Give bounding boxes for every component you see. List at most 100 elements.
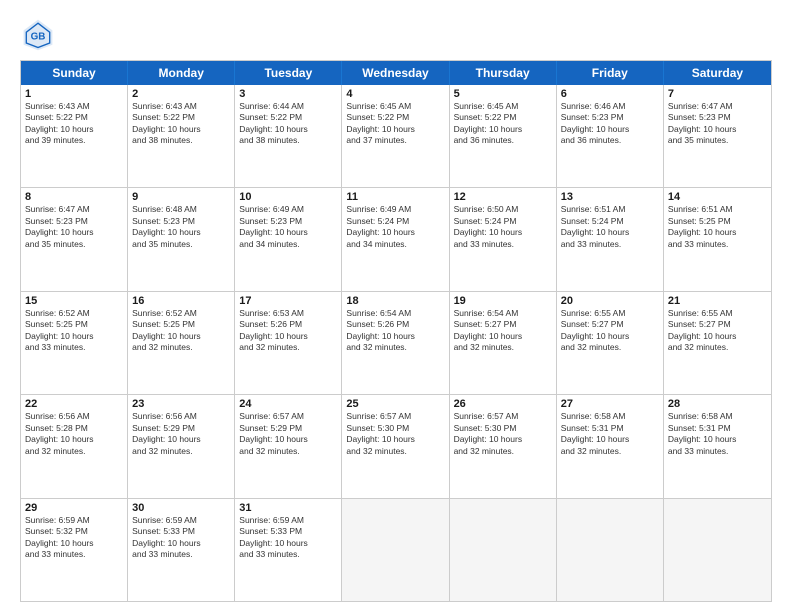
day-number: 12 xyxy=(454,191,552,203)
day-info: Sunrise: 6:57 AM Sunset: 5:29 PM Dayligh… xyxy=(239,411,337,457)
calendar-day-26: 26Sunrise: 6:57 AM Sunset: 5:30 PM Dayli… xyxy=(450,395,557,497)
calendar-day-21: 21Sunrise: 6:55 AM Sunset: 5:27 PM Dayli… xyxy=(664,292,771,394)
day-number: 9 xyxy=(132,191,230,203)
calendar-week-2: 8Sunrise: 6:47 AM Sunset: 5:23 PM Daylig… xyxy=(21,188,771,291)
calendar-day-12: 12Sunrise: 6:50 AM Sunset: 5:24 PM Dayli… xyxy=(450,188,557,290)
day-number: 26 xyxy=(454,398,552,410)
weekday-header-saturday: Saturday xyxy=(664,61,771,85)
day-number: 14 xyxy=(668,191,767,203)
calendar-day-empty xyxy=(342,499,449,601)
day-number: 25 xyxy=(346,398,444,410)
day-info: Sunrise: 6:47 AM Sunset: 5:23 PM Dayligh… xyxy=(668,101,767,147)
calendar-day-19: 19Sunrise: 6:54 AM Sunset: 5:27 PM Dayli… xyxy=(450,292,557,394)
calendar-day-27: 27Sunrise: 6:58 AM Sunset: 5:31 PM Dayli… xyxy=(557,395,664,497)
day-number: 24 xyxy=(239,398,337,410)
calendar-week-1: 1Sunrise: 6:43 AM Sunset: 5:22 PM Daylig… xyxy=(21,85,771,188)
day-number: 17 xyxy=(239,295,337,307)
day-number: 2 xyxy=(132,88,230,100)
day-info: Sunrise: 6:59 AM Sunset: 5:33 PM Dayligh… xyxy=(132,515,230,561)
calendar-day-22: 22Sunrise: 6:56 AM Sunset: 5:28 PM Dayli… xyxy=(21,395,128,497)
day-info: Sunrise: 6:59 AM Sunset: 5:32 PM Dayligh… xyxy=(25,515,123,561)
calendar-day-17: 17Sunrise: 6:53 AM Sunset: 5:26 PM Dayli… xyxy=(235,292,342,394)
calendar: SundayMondayTuesdayWednesdayThursdayFrid… xyxy=(20,60,772,602)
day-info: Sunrise: 6:50 AM Sunset: 5:24 PM Dayligh… xyxy=(454,204,552,250)
page: GB SundayMondayTuesdayWednesdayThursdayF… xyxy=(0,0,792,612)
weekday-header-friday: Friday xyxy=(557,61,664,85)
day-number: 10 xyxy=(239,191,337,203)
day-number: 29 xyxy=(25,502,123,514)
day-number: 28 xyxy=(668,398,767,410)
day-info: Sunrise: 6:49 AM Sunset: 5:23 PM Dayligh… xyxy=(239,204,337,250)
calendar-day-5: 5Sunrise: 6:45 AM Sunset: 5:22 PM Daylig… xyxy=(450,85,557,187)
day-info: Sunrise: 6:43 AM Sunset: 5:22 PM Dayligh… xyxy=(132,101,230,147)
calendar-day-20: 20Sunrise: 6:55 AM Sunset: 5:27 PM Dayli… xyxy=(557,292,664,394)
calendar-day-28: 28Sunrise: 6:58 AM Sunset: 5:31 PM Dayli… xyxy=(664,395,771,497)
day-info: Sunrise: 6:59 AM Sunset: 5:33 PM Dayligh… xyxy=(239,515,337,561)
calendar-day-16: 16Sunrise: 6:52 AM Sunset: 5:25 PM Dayli… xyxy=(128,292,235,394)
day-number: 31 xyxy=(239,502,337,514)
day-number: 20 xyxy=(561,295,659,307)
day-info: Sunrise: 6:51 AM Sunset: 5:24 PM Dayligh… xyxy=(561,204,659,250)
calendar-day-18: 18Sunrise: 6:54 AM Sunset: 5:26 PM Dayli… xyxy=(342,292,449,394)
calendar-day-13: 13Sunrise: 6:51 AM Sunset: 5:24 PM Dayli… xyxy=(557,188,664,290)
calendar-day-empty xyxy=(557,499,664,601)
calendar-week-5: 29Sunrise: 6:59 AM Sunset: 5:32 PM Dayli… xyxy=(21,499,771,601)
day-number: 22 xyxy=(25,398,123,410)
weekday-header-thursday: Thursday xyxy=(450,61,557,85)
day-info: Sunrise: 6:47 AM Sunset: 5:23 PM Dayligh… xyxy=(25,204,123,250)
day-info: Sunrise: 6:54 AM Sunset: 5:27 PM Dayligh… xyxy=(454,308,552,354)
weekday-header-sunday: Sunday xyxy=(21,61,128,85)
day-info: Sunrise: 6:55 AM Sunset: 5:27 PM Dayligh… xyxy=(668,308,767,354)
day-info: Sunrise: 6:44 AM Sunset: 5:22 PM Dayligh… xyxy=(239,101,337,147)
day-info: Sunrise: 6:45 AM Sunset: 5:22 PM Dayligh… xyxy=(346,101,444,147)
calendar-day-8: 8Sunrise: 6:47 AM Sunset: 5:23 PM Daylig… xyxy=(21,188,128,290)
day-number: 27 xyxy=(561,398,659,410)
calendar-header: SundayMondayTuesdayWednesdayThursdayFrid… xyxy=(21,61,771,85)
weekday-header-monday: Monday xyxy=(128,61,235,85)
calendar-day-11: 11Sunrise: 6:49 AM Sunset: 5:24 PM Dayli… xyxy=(342,188,449,290)
day-info: Sunrise: 6:49 AM Sunset: 5:24 PM Dayligh… xyxy=(346,204,444,250)
calendar-day-7: 7Sunrise: 6:47 AM Sunset: 5:23 PM Daylig… xyxy=(664,85,771,187)
calendar-day-empty xyxy=(664,499,771,601)
calendar-day-23: 23Sunrise: 6:56 AM Sunset: 5:29 PM Dayli… xyxy=(128,395,235,497)
day-info: Sunrise: 6:55 AM Sunset: 5:27 PM Dayligh… xyxy=(561,308,659,354)
day-number: 7 xyxy=(668,88,767,100)
logo: GB xyxy=(20,16,62,52)
day-info: Sunrise: 6:57 AM Sunset: 5:30 PM Dayligh… xyxy=(346,411,444,457)
day-number: 1 xyxy=(25,88,123,100)
calendar-body: 1Sunrise: 6:43 AM Sunset: 5:22 PM Daylig… xyxy=(21,85,771,601)
day-info: Sunrise: 6:56 AM Sunset: 5:28 PM Dayligh… xyxy=(25,411,123,457)
weekday-header-wednesday: Wednesday xyxy=(342,61,449,85)
day-number: 18 xyxy=(346,295,444,307)
calendar-day-15: 15Sunrise: 6:52 AM Sunset: 5:25 PM Dayli… xyxy=(21,292,128,394)
day-number: 30 xyxy=(132,502,230,514)
calendar-day-2: 2Sunrise: 6:43 AM Sunset: 5:22 PM Daylig… xyxy=(128,85,235,187)
calendar-day-24: 24Sunrise: 6:57 AM Sunset: 5:29 PM Dayli… xyxy=(235,395,342,497)
day-info: Sunrise: 6:53 AM Sunset: 5:26 PM Dayligh… xyxy=(239,308,337,354)
day-info: Sunrise: 6:54 AM Sunset: 5:26 PM Dayligh… xyxy=(346,308,444,354)
calendar-day-3: 3Sunrise: 6:44 AM Sunset: 5:22 PM Daylig… xyxy=(235,85,342,187)
calendar-day-30: 30Sunrise: 6:59 AM Sunset: 5:33 PM Dayli… xyxy=(128,499,235,601)
day-info: Sunrise: 6:48 AM Sunset: 5:23 PM Dayligh… xyxy=(132,204,230,250)
day-number: 4 xyxy=(346,88,444,100)
day-number: 11 xyxy=(346,191,444,203)
header: GB xyxy=(20,16,772,52)
calendar-day-empty xyxy=(450,499,557,601)
calendar-day-25: 25Sunrise: 6:57 AM Sunset: 5:30 PM Dayli… xyxy=(342,395,449,497)
calendar-day-9: 9Sunrise: 6:48 AM Sunset: 5:23 PM Daylig… xyxy=(128,188,235,290)
day-info: Sunrise: 6:43 AM Sunset: 5:22 PM Dayligh… xyxy=(25,101,123,147)
calendar-week-3: 15Sunrise: 6:52 AM Sunset: 5:25 PM Dayli… xyxy=(21,292,771,395)
day-info: Sunrise: 6:51 AM Sunset: 5:25 PM Dayligh… xyxy=(668,204,767,250)
day-number: 21 xyxy=(668,295,767,307)
weekday-header-tuesday: Tuesday xyxy=(235,61,342,85)
day-number: 15 xyxy=(25,295,123,307)
day-number: 19 xyxy=(454,295,552,307)
day-number: 8 xyxy=(25,191,123,203)
day-number: 3 xyxy=(239,88,337,100)
calendar-week-4: 22Sunrise: 6:56 AM Sunset: 5:28 PM Dayli… xyxy=(21,395,771,498)
day-number: 16 xyxy=(132,295,230,307)
day-info: Sunrise: 6:57 AM Sunset: 5:30 PM Dayligh… xyxy=(454,411,552,457)
svg-text:GB: GB xyxy=(31,31,46,42)
day-number: 6 xyxy=(561,88,659,100)
day-info: Sunrise: 6:45 AM Sunset: 5:22 PM Dayligh… xyxy=(454,101,552,147)
